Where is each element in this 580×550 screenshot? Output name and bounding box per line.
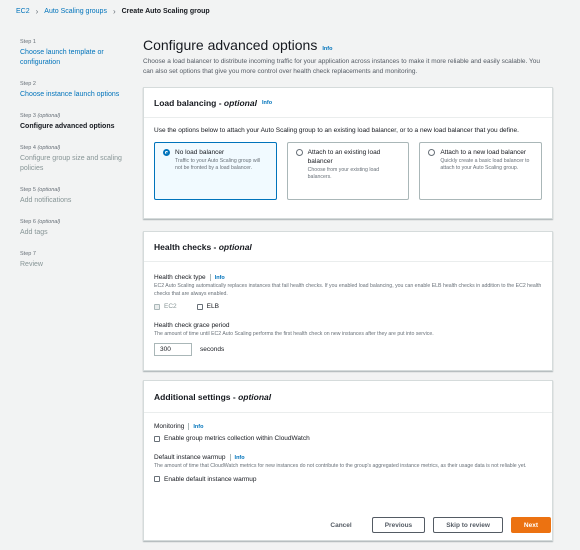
panel-title-optional: optional xyxy=(223,97,257,108)
option-title: Attach to a new load balancer xyxy=(440,149,526,156)
grace-period-unit: seconds xyxy=(200,345,225,353)
step-number: Step 5 xyxy=(20,187,36,193)
ec2-checkbox xyxy=(154,303,160,310)
monitoring-label: Monitoring xyxy=(154,423,185,430)
radio-icon[interactable] xyxy=(295,149,303,156)
grace-period-input[interactable]: 300 xyxy=(154,342,192,356)
page-title-row: Configure advanced options Info xyxy=(143,37,553,53)
page-title: Configure advanced options xyxy=(143,37,318,53)
panel-title-optional: optional xyxy=(218,241,252,252)
page-description: Choose a load balancer to distribute inc… xyxy=(143,58,540,75)
health-check-type-label: Health check type xyxy=(154,274,206,281)
panel-title: Load balancing - xyxy=(154,97,224,108)
panel-title: Health checks - xyxy=(154,241,219,252)
step-number: Step 1 xyxy=(20,39,36,45)
option-description: Traffic to your Auto Scaling group will … xyxy=(175,158,261,171)
load-balancing-intro: Use the options below to attach your Aut… xyxy=(154,127,519,134)
option-description: Quickly create a basic load balancer to … xyxy=(440,158,530,171)
step-label-review: Review xyxy=(20,261,43,268)
option-no-load-balancer[interactable]: No load balancer Traffic to your Auto Sc… xyxy=(154,142,277,200)
breadcrumb: EC2 › Auto Scaling groups › Create Auto … xyxy=(16,7,210,16)
step-6: Step 6 (optional) Add tags xyxy=(20,219,132,238)
wizard-actions: Cancel Previous Skip to review Next xyxy=(318,517,551,533)
warmup-description: The amount of time that CloudWatch metri… xyxy=(154,463,527,469)
panel-header: Additional settings - optional xyxy=(144,381,552,413)
group-metrics-checkbox[interactable] xyxy=(154,435,160,442)
option-new-load-balancer[interactable]: Attach to a new load balancer Quickly cr… xyxy=(419,142,543,200)
previous-button[interactable]: Previous xyxy=(371,517,426,533)
step-number: Step 7 xyxy=(20,251,36,257)
divider xyxy=(209,274,211,281)
step-link-instance-launch-options[interactable]: Choose instance launch options xyxy=(20,90,132,100)
step-optional: (optional) xyxy=(37,145,61,151)
grace-period-label: Health check grace period xyxy=(154,322,230,329)
step-2: Step 2 Choose instance launch options xyxy=(20,81,132,100)
health-checks-panel: Health checks - optional Health check ty… xyxy=(143,231,553,371)
step-current-advanced-options: Configure advanced options xyxy=(20,123,115,130)
panel-title-optional: optional xyxy=(238,391,272,402)
step-7: Step 7 Review xyxy=(20,251,132,270)
group-metrics-label: Enable group metrics collection within C… xyxy=(164,435,310,442)
panel-header: Load balancing - optional Info xyxy=(144,88,552,118)
ec2-checkbox-label: EC2 xyxy=(164,303,177,310)
divider xyxy=(229,454,231,461)
step-label-group-size: Configure group size and scaling policie… xyxy=(20,155,122,172)
step-5: Step 5 (optional) Add notifications xyxy=(20,187,132,206)
panel-title: Additional settings - xyxy=(154,391,239,402)
skip-to-review-button[interactable]: Skip to review xyxy=(433,517,503,533)
step-label-notifications: Add notifications xyxy=(20,197,72,204)
step-number: Step 2 xyxy=(20,81,36,87)
step-optional: (optional) xyxy=(37,113,61,119)
step-optional: (optional) xyxy=(37,187,61,193)
cancel-button[interactable]: Cancel xyxy=(318,517,363,533)
chevron-right-icon: › xyxy=(35,7,39,16)
chevron-right-icon: › xyxy=(112,7,116,16)
info-link[interactable]: Info xyxy=(215,275,225,281)
step-link-launch-template[interactable]: Choose launch template or configuration xyxy=(20,48,132,68)
breadcrumb-auto-scaling-groups[interactable]: Auto Scaling groups xyxy=(44,8,107,15)
option-title: No load balancer xyxy=(175,149,225,156)
info-link[interactable]: Info xyxy=(262,100,272,106)
step-optional: (optional) xyxy=(37,219,61,225)
step-4: Step 4 (optional) Configure group size a… xyxy=(20,145,132,174)
default-warmup-label: Enable default instance warmup xyxy=(164,475,257,483)
load-balancing-panel: Load balancing - optional Info Use the o… xyxy=(143,87,553,219)
warmup-label: Default instance warmup xyxy=(154,454,226,461)
wizard-steps: Step 1 Choose launch template or configu… xyxy=(20,39,132,283)
option-title: Attach to an existing load balancer xyxy=(307,149,381,165)
step-1: Step 1 Choose launch template or configu… xyxy=(20,39,132,68)
step-number: Step 6 xyxy=(20,219,36,225)
health-check-type-description: EC2 Auto Scaling automatically replaces … xyxy=(154,283,542,297)
radio-icon[interactable] xyxy=(428,149,436,156)
step-number: Step 4 xyxy=(20,145,36,151)
info-link[interactable]: Info xyxy=(235,455,245,461)
step-3: Step 3 (optional) Configure advanced opt… xyxy=(20,113,132,132)
option-description: Choose from your existing load balancers… xyxy=(307,167,380,180)
step-label-tags: Add tags xyxy=(20,229,48,236)
info-link[interactable]: Info xyxy=(193,424,203,430)
elb-checkbox[interactable] xyxy=(196,303,203,310)
divider xyxy=(188,423,190,430)
elb-checkbox-label: ELB xyxy=(206,303,219,310)
radio-selected-icon[interactable] xyxy=(163,149,170,156)
load-balancer-options: No load balancer Traffic to your Auto Sc… xyxy=(154,142,543,200)
grace-period-description: The amount of time until EC2 Auto Scalin… xyxy=(154,331,434,337)
step-number: Step 3 xyxy=(20,113,36,119)
next-button[interactable]: Next xyxy=(510,517,551,533)
breadcrumb-current: Create Auto Scaling group xyxy=(121,8,210,15)
panel-header: Health checks - optional xyxy=(144,232,552,262)
main-content: Configure advanced options Info Choose a… xyxy=(143,37,553,541)
breadcrumb-ec2[interactable]: EC2 xyxy=(16,8,30,15)
option-existing-load-balancer[interactable]: Attach to an existing load balancer Choo… xyxy=(286,142,410,200)
info-link[interactable]: Info xyxy=(322,46,332,52)
default-warmup-checkbox[interactable] xyxy=(154,476,160,482)
